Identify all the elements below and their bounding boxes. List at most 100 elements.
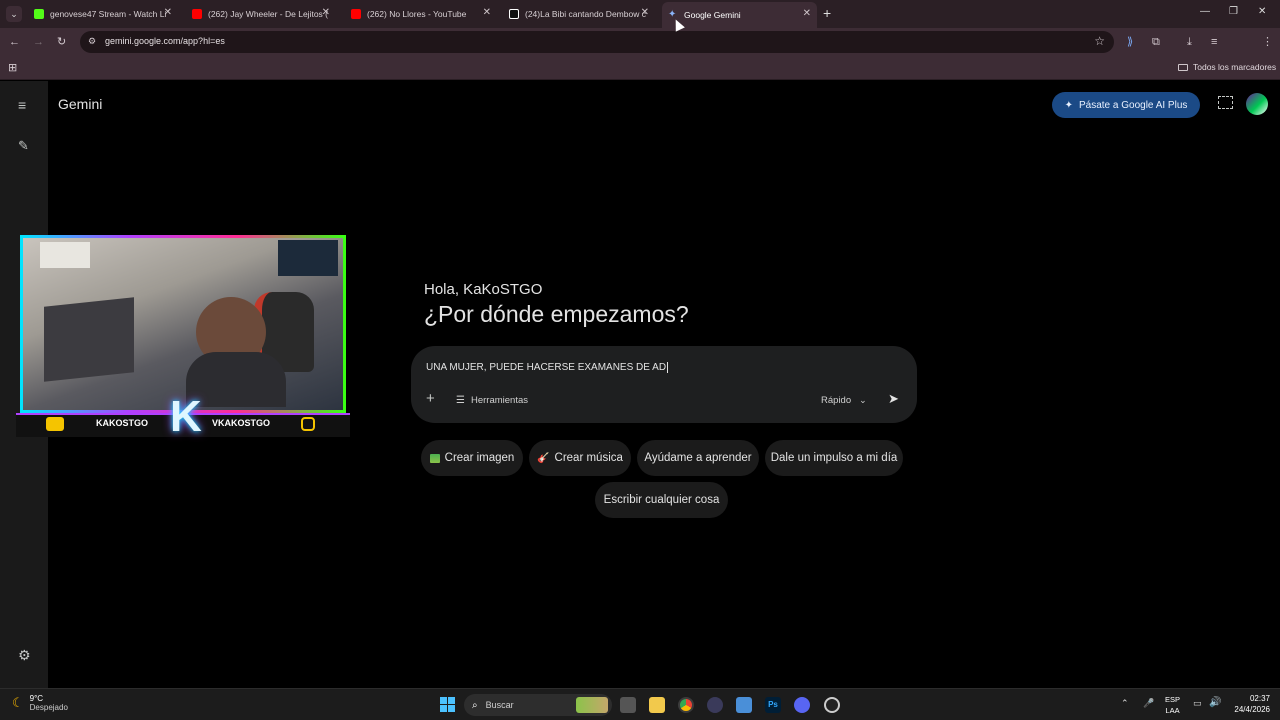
youtube-icon: [192, 9, 202, 19]
fl-studio-icon[interactable]: [736, 697, 752, 713]
settings-icon[interactable]: ⚙: [18, 647, 31, 664]
chip-label: Escribir cualquier cosa: [603, 494, 720, 506]
menu-icon[interactable]: ≡: [18, 97, 26, 113]
tab-1[interactable]: genovese47 Stream - Watch Li ✕: [28, 4, 178, 24]
chip-label: Crear imagen: [444, 452, 515, 464]
model-selector[interactable]: Rápido ⌄: [821, 395, 867, 406]
chip-boost-day[interactable]: Dale un impulso a mi día: [765, 440, 903, 476]
upgrade-button[interactable]: ✦ Pásate a Google AI Plus: [1052, 92, 1200, 118]
back-icon[interactable]: ←: [9, 35, 20, 49]
start-button[interactable]: [440, 697, 455, 712]
moon-icon: ☾: [12, 695, 24, 710]
app-icon-red-badge[interactable]: [824, 697, 840, 713]
close-icon[interactable]: ✕: [803, 8, 811, 19]
screen-share-icon[interactable]: [1218, 96, 1233, 109]
tab-4[interactable]: (24)La Bibi cantando Dembow c ✕: [503, 4, 655, 24]
file-explorer-icon[interactable]: [649, 697, 665, 713]
chip-write-anything[interactable]: Escribir cualquier cosa: [595, 482, 728, 518]
room-window: [40, 242, 90, 268]
folder-icon: [1178, 63, 1188, 71]
webcam-overlay: KAKOSTGO K VKAKOSTGO: [16, 232, 350, 442]
volume-icon[interactable]: 🔊: [1209, 697, 1221, 708]
browser-toolbar: ← → ↻ ⚙ gemini.google.com/app?hl=es ☆ ⟫ …: [0, 28, 1280, 75]
search-label: Buscar: [485, 700, 514, 710]
chip-label: Ayúdame a aprender: [644, 452, 752, 464]
restore-icon[interactable]: ❐: [1229, 6, 1238, 17]
lang-top: ESP: [1165, 695, 1181, 704]
discord-icon[interactable]: [794, 697, 810, 713]
minimize-icon[interactable]: —: [1200, 6, 1210, 17]
tab-5-active[interactable]: ✦ Google Gemini ✕: [662, 2, 817, 28]
app-title[interactable]: Gemini: [58, 96, 102, 112]
close-icon[interactable]: ✕: [322, 7, 330, 18]
chip-label: Dale un impulso a mi día: [770, 452, 898, 464]
all-bookmarks-label: Todos los marcadores: [1193, 62, 1277, 72]
language-indicator[interactable]: ESP LAA: [1165, 694, 1180, 716]
menu-dots-icon[interactable]: ⋮: [1262, 35, 1273, 49]
tray-chevron-icon[interactable]: ⌃: [1121, 698, 1129, 709]
bookmark-star-icon[interactable]: ☆: [1094, 34, 1105, 48]
tv-screen: [278, 240, 338, 276]
gemini-live-icon[interactable]: ⟫: [1127, 35, 1133, 49]
photoshop-icon[interactable]: Ps: [765, 697, 781, 713]
chip-label: Crear música: [554, 452, 623, 464]
lang-bottom: LAA: [1165, 706, 1180, 715]
app-icon-striped[interactable]: [707, 697, 723, 713]
send-icon[interactable]: ➤: [888, 391, 899, 407]
chip-help-learn[interactable]: Ayúdame a aprender: [637, 440, 759, 476]
chip-create-music[interactable]: 🎸 Crear música: [529, 440, 631, 476]
tools-icon: ☰: [456, 395, 465, 406]
tab-title: (24)La Bibi cantando Dembow c: [525, 9, 646, 19]
kick-icon: [34, 9, 44, 19]
youtube-icon: [46, 417, 64, 431]
add-attachment-icon[interactable]: +: [426, 390, 435, 407]
weather-widget[interactable]: ☾ 9°C Despejado: [12, 694, 68, 712]
extensions-icon[interactable]: ⧉: [1152, 35, 1160, 49]
new-chat-icon[interactable]: ✎: [18, 138, 29, 154]
account-avatar[interactable]: [1246, 93, 1268, 115]
close-icon[interactable]: ✕: [164, 7, 172, 18]
tab-2[interactable]: (262) Jay Wheeler - De Lejitos ( ✕: [186, 4, 336, 24]
url-text: gemini.google.com/app?hl=es: [105, 36, 225, 46]
image-icon: [429, 453, 440, 463]
youtube-icon: [351, 9, 361, 19]
weather-temp: 9°C: [29, 694, 44, 703]
forward-icon[interactable]: →: [33, 35, 44, 49]
media-controls-icon[interactable]: ≡: [1211, 35, 1217, 49]
taskbar-search[interactable]: ⌕ Buscar: [464, 694, 612, 716]
all-bookmarks-folder[interactable]: Todos los marcadores: [1178, 62, 1276, 72]
tab-strip: ⌄ genovese47 Stream - Watch Li ✕ (262) J…: [0, 0, 1280, 28]
display-icon[interactable]: ▭: [1193, 698, 1202, 709]
download-icon[interactable]: ⤓: [1187, 35, 1192, 49]
clock-time: 02:37: [1249, 694, 1270, 703]
chrome-icon[interactable]: [678, 697, 694, 713]
address-bar[interactable]: ⚙ gemini.google.com/app?hl=es ☆: [80, 31, 1114, 53]
gemini-app: ≡ ✎ ⚙ Gemini ✦ Pásate a Google AI Plus K…: [0, 17, 1280, 688]
new-tab-button[interactable]: +: [823, 5, 831, 21]
microphone-icon[interactable]: 🎤: [1143, 698, 1154, 709]
tools-label: Herramientas: [470, 395, 528, 406]
tiktok-icon: [509, 9, 519, 19]
search-icon: ⌕: [472, 699, 478, 711]
site-info-icon[interactable]: ⚙: [88, 36, 96, 47]
tab-search-button[interactable]: ⌄: [6, 6, 22, 22]
tab-3[interactable]: (262) No Llores - YouTube ✕: [345, 4, 497, 24]
clock-date: 24/4/2026: [1234, 705, 1270, 714]
overlay-logo: K: [170, 392, 202, 441]
close-icon[interactable]: ✕: [641, 7, 649, 18]
tools-button[interactable]: ☰ Herramientas: [456, 395, 528, 406]
clock[interactable]: 02:37 24/4/2026: [1228, 693, 1270, 715]
upgrade-label: Pásate a Google AI Plus: [1078, 99, 1188, 111]
chip-create-image[interactable]: Crear imagen: [421, 440, 523, 476]
apps-grid-icon[interactable]: ⊞: [8, 61, 17, 74]
desk-monitor: [44, 297, 134, 382]
windows-taskbar: ☾ 9°C Despejado ⌕ Buscar Ps ⌃ 🎤 ESP LAA …: [0, 688, 1280, 720]
task-view-icon[interactable]: [620, 697, 636, 713]
search-highlight-image: [576, 697, 608, 713]
reload-icon[interactable]: ↻: [57, 35, 66, 49]
window-close-icon[interactable]: ✕: [1258, 6, 1266, 17]
close-icon[interactable]: ✕: [483, 7, 491, 18]
tab-title: Google Gemini: [684, 10, 741, 20]
prompt-input[interactable]: UNA MUJER, PUEDE HACERSE EXAMANES DE AD: [426, 362, 669, 373]
chevron-down-icon: ⌄: [859, 395, 867, 405]
